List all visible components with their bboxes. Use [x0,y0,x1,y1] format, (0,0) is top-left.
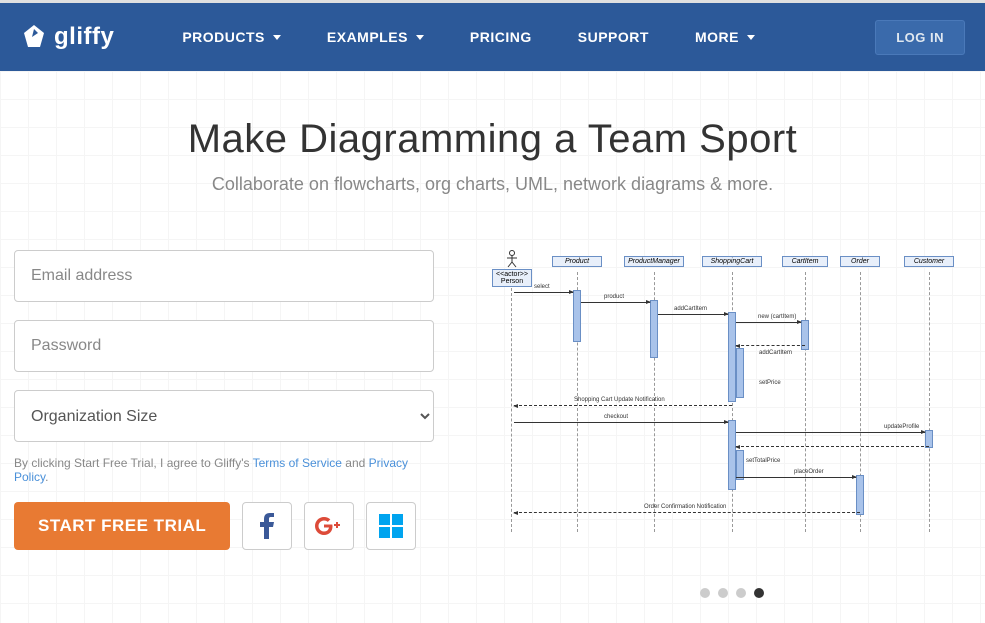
chevron-down-icon [747,35,755,40]
nav-examples[interactable]: EXAMPLES [309,21,442,53]
login-button[interactable]: LOG IN [875,20,965,55]
nav-pricing[interactable]: PRICING [452,21,550,53]
password-field[interactable] [14,320,434,372]
lifeline-customer: Customer [904,256,954,267]
chevron-down-icon [416,35,424,40]
nav-items: PRODUCTS EXAMPLES PRICING SUPPORT MORE [164,21,875,53]
facebook-login-button[interactable] [242,502,292,550]
hero-section: Make Diagramming a Team Sport Collaborat… [0,71,985,623]
lifeline-productmanager: ProductManager [624,256,684,267]
signup-form: Organization Size By clicking Start Free… [14,250,434,550]
carousel-dot-1[interactable] [700,588,710,598]
nav-support[interactable]: SUPPORT [560,21,667,53]
hero-title: Make Diagramming a Team Sport [0,117,985,162]
microsoft-login-button[interactable] [366,502,416,550]
carousel-dot-4[interactable] [754,588,764,598]
email-field[interactable] [14,250,434,302]
legal-text: By clicking Start Free Trial, I agree to… [14,456,434,484]
carousel-dots [700,588,764,598]
logo[interactable]: gliffy [20,23,114,51]
sequence-actor: <<actor>> Person [492,250,532,287]
hero-subtitle: Collaborate on flowcharts, org charts, U… [0,174,985,195]
google-plus-icon [315,517,343,535]
gliffy-logo-icon [20,23,48,51]
facebook-icon [260,513,274,539]
lifeline-product: Product [552,256,602,267]
diagram-preview: <<actor>> Person Product ProductManager … [434,250,971,550]
navbar: gliffy PRODUCTS EXAMPLES PRICING SUPPORT… [0,3,985,71]
tos-link[interactable]: Terms of Service [253,456,342,470]
org-size-select[interactable]: Organization Size [14,390,434,442]
start-free-trial-button[interactable]: START FREE TRIAL [14,502,230,550]
lifeline-cartitem: CartItem [782,256,828,267]
carousel-dot-2[interactable] [718,588,728,598]
nav-more[interactable]: MORE [677,21,773,53]
nav-products[interactable]: PRODUCTS [164,21,299,53]
lifeline-order: Order [840,256,880,267]
google-login-button[interactable] [304,502,354,550]
chevron-down-icon [273,35,281,40]
brand-text: gliffy [54,23,114,51]
windows-icon [379,514,403,538]
lifeline-shoppingcart: ShoppingCart [702,256,762,267]
carousel-dot-3[interactable] [736,588,746,598]
